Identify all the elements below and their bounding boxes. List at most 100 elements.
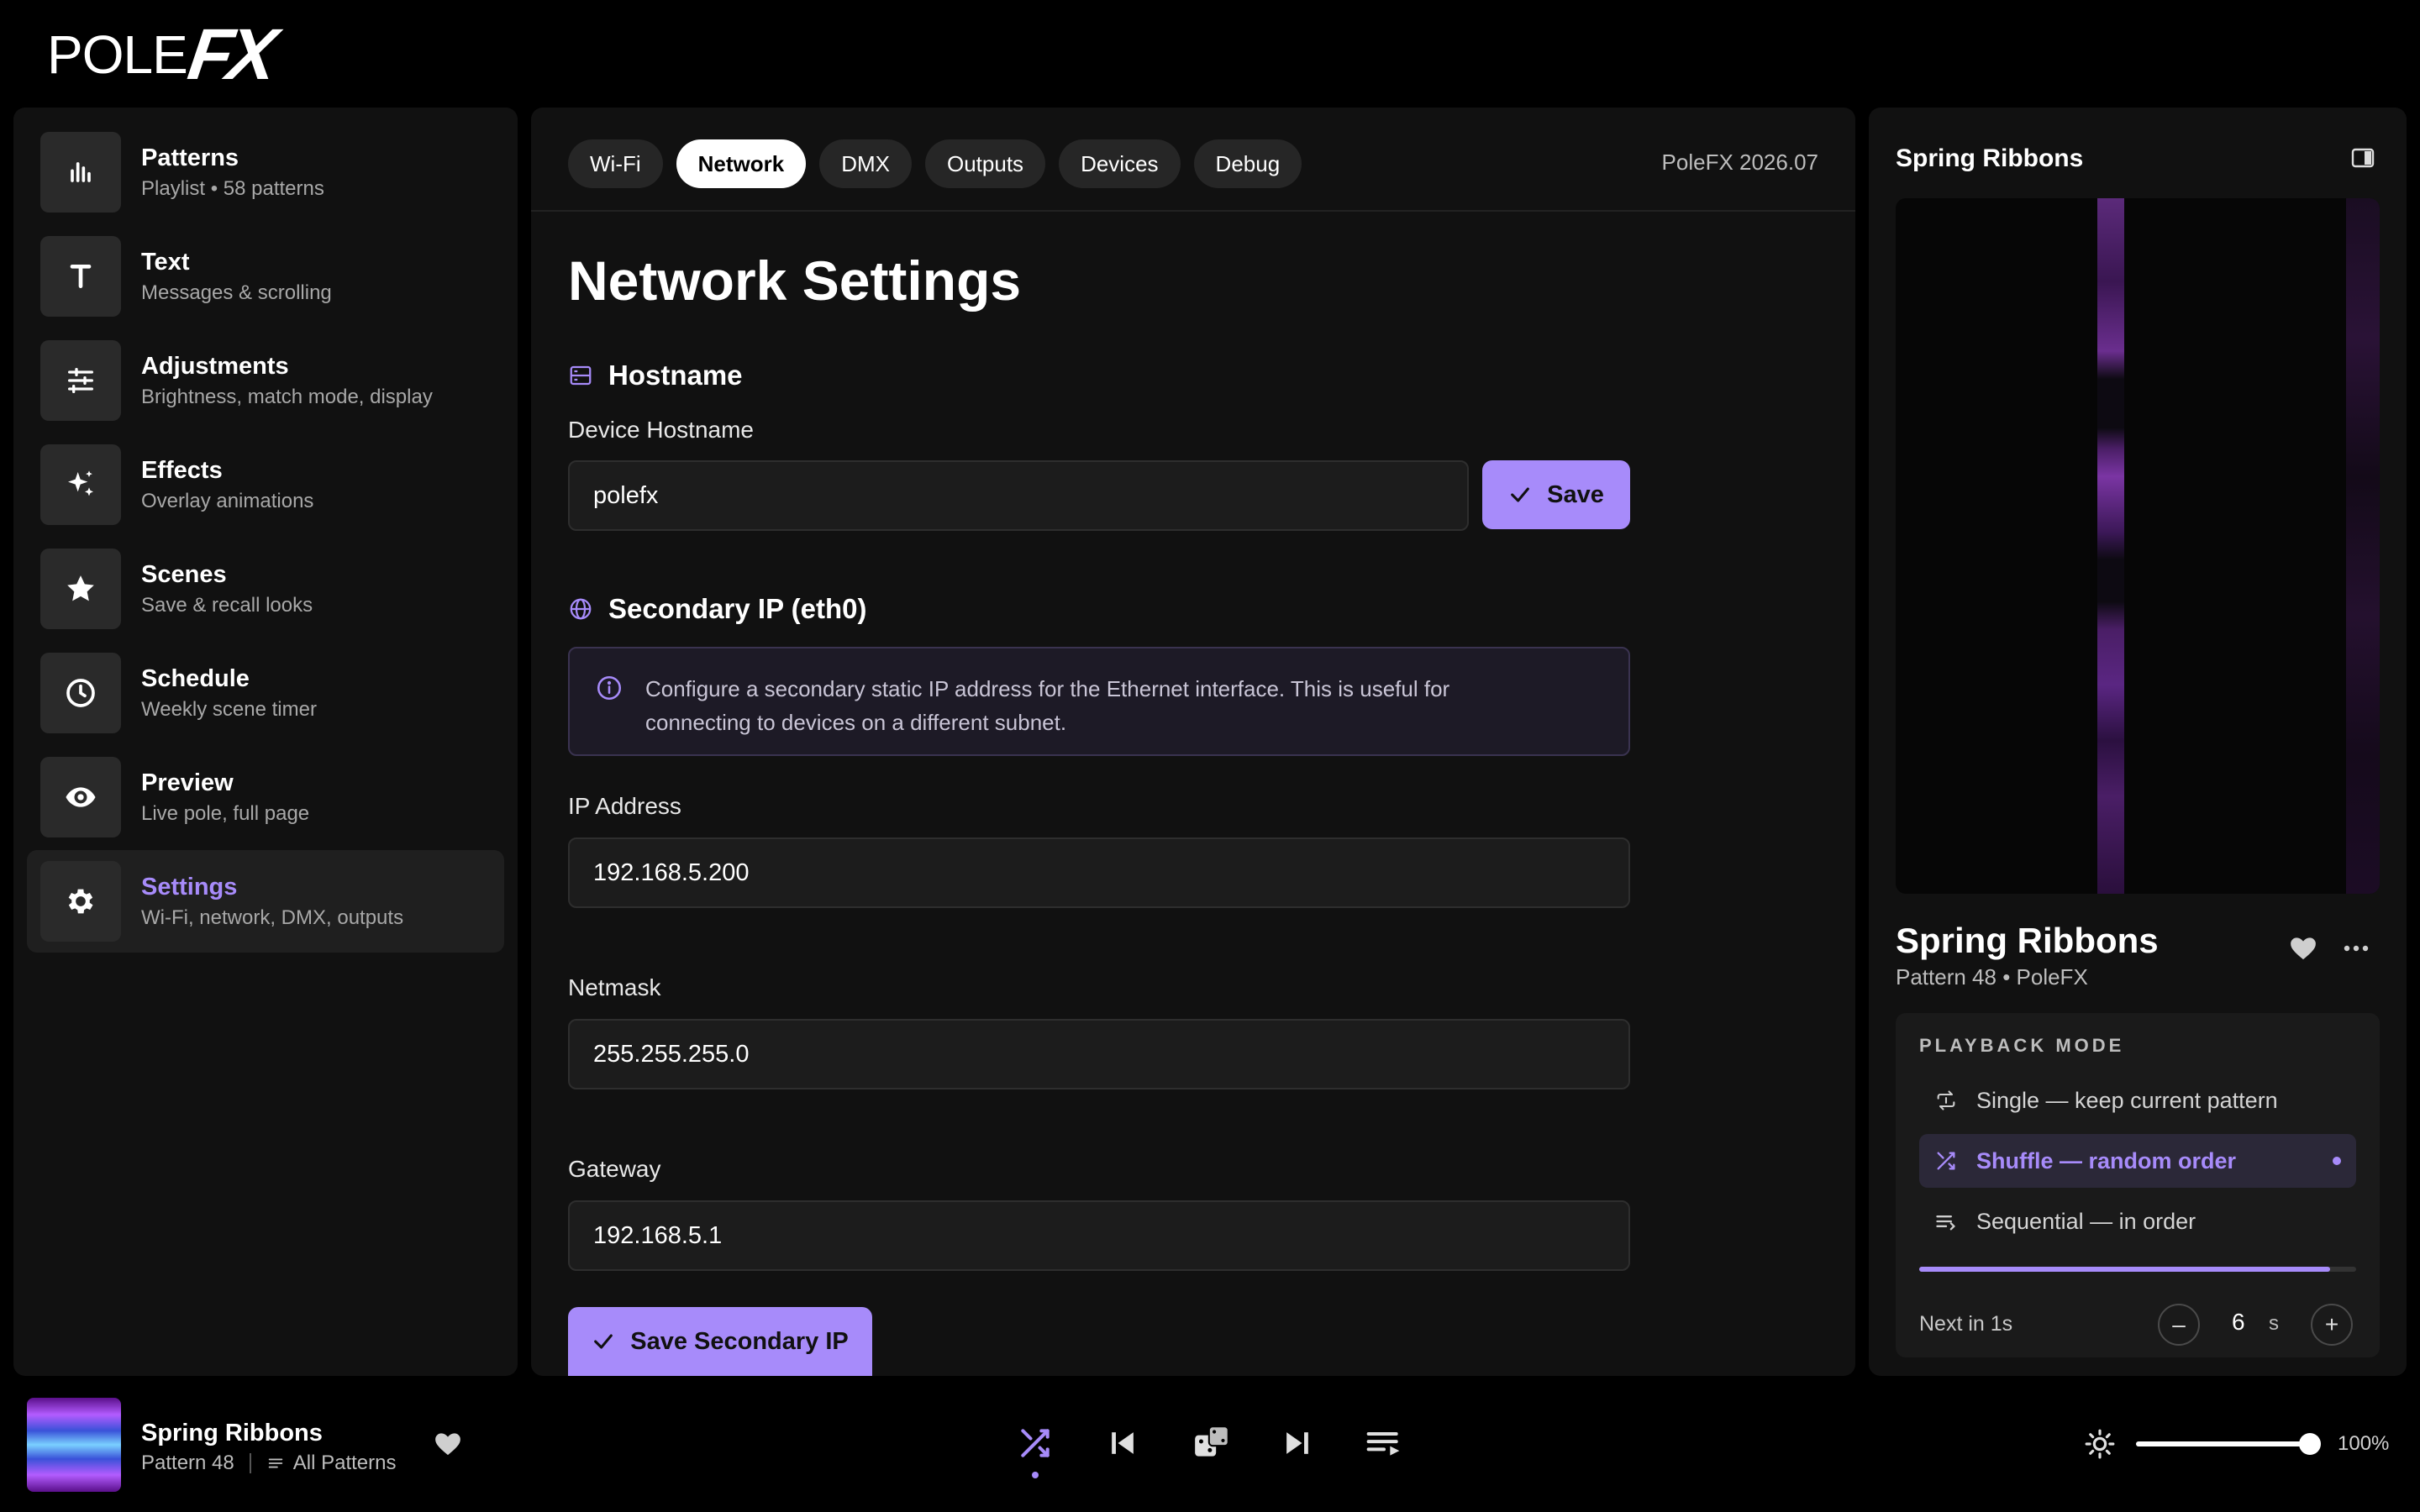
tab-outputs[interactable]: Outputs [925, 139, 1046, 188]
next-icon[interactable] [1279, 1425, 1316, 1462]
ip-address-input[interactable]: 192.168.5.200 [568, 837, 1630, 908]
now-playing-subtitle: Pattern 48 • PoleFX [1896, 964, 2088, 990]
favorite-heart-icon[interactable] [434, 1430, 462, 1457]
panel-toggle-icon[interactable] [2351, 148, 2375, 168]
player-playlist[interactable]: All Patterns [293, 1452, 397, 1475]
more-options-icon[interactable] [2343, 944, 2370, 953]
playback-option-label: Single — keep current pattern [1976, 1087, 2278, 1113]
playback-option-shuffle[interactable]: Shuffle — random order [1919, 1134, 2356, 1188]
secondary-ip-section-title: Secondary IP (eth0) [608, 593, 867, 624]
sidebar: Patterns Playlist • 58 patterns Text Messa… [13, 108, 518, 1376]
tab-network[interactable]: Network [676, 139, 807, 188]
sidebar-item-settings[interactable]: Settings Wi-Fi, network, DMX, outputs [27, 850, 504, 953]
sidebar-item-subtitle: Live pole, full page [141, 801, 310, 825]
settings-tabs: Wi-Fi Network DMX Outputs Devices Debug [568, 139, 1302, 188]
countdown-progress [1919, 1267, 2356, 1272]
sidebar-item-title: Adjustments [141, 352, 289, 380]
countdown-progress-fill [1919, 1267, 2330, 1272]
settings-panel: Wi-Fi Network DMX Outputs Devices Debug … [531, 108, 1855, 1376]
decrease-interval-button[interactable]: – [2158, 1304, 2200, 1346]
brightness-slider-fill [2136, 1441, 2314, 1446]
panel-title: Spring Ribbons [1896, 144, 2084, 172]
logo-text-fx: FX [183, 13, 277, 95]
interval-unit: s [2269, 1312, 2279, 1335]
sidebar-item-scenes[interactable]: Scenes Save & recall looks [27, 538, 504, 640]
hostname-section-heading: Hostname [568, 360, 743, 391]
tab-dmx[interactable]: DMX [819, 139, 912, 188]
bars-icon [40, 132, 121, 213]
sidebar-item-text[interactable]: Text Messages & scrolling [27, 225, 504, 328]
sidebar-item-adjustments[interactable]: Adjustments Brightness, match mode, displ… [27, 329, 504, 432]
brightness-slider-handle[interactable] [2299, 1433, 2321, 1455]
playback-option-label: Sequential — in order [1976, 1208, 2196, 1234]
page-title: Network Settings [568, 249, 1022, 312]
hostname-input[interactable]: polefx [568, 460, 1469, 531]
increase-interval-button[interactable]: + [2311, 1304, 2353, 1346]
brightness-slider[interactable] [2136, 1441, 2314, 1446]
check-icon [1511, 487, 1529, 502]
heart-icon[interactable] [2289, 934, 2317, 961]
save-hostname-button[interactable]: Save [1482, 460, 1630, 529]
pole-strip-main [2097, 198, 2124, 894]
sidebar-item-title: Scenes [141, 560, 227, 588]
list-icon [1936, 1215, 1955, 1231]
save-secondary-ip-button[interactable]: Save Secondary IP [568, 1307, 872, 1376]
dice-random-icon[interactable] [1192, 1421, 1234, 1463]
hostname-section-title: Hostname [608, 360, 743, 391]
brightness-icon [2085, 1429, 2115, 1459]
info-text-line2: connecting to devices on a different sub… [645, 710, 1067, 735]
tab-divider [531, 210, 1855, 212]
shuffle-icon [1937, 1152, 1955, 1170]
info-icon [597, 675, 622, 701]
now-playing-thumbnail[interactable] [27, 1398, 121, 1492]
tab-debug[interactable]: Debug [1193, 139, 1302, 188]
sidebar-item-subtitle: Brightness, match mode, display [141, 385, 433, 408]
version-label: PoleFX 2026.07 [1661, 150, 1818, 175]
player-pattern: Pattern 48 [141, 1452, 234, 1474]
save-secondary-ip-label: Save Secondary IP [630, 1327, 849, 1355]
repeat-one-icon [1937, 1090, 1955, 1110]
ip-address-label: IP Address [568, 793, 681, 819]
player-subtitle: Pattern 48 All Patterns [141, 1452, 396, 1475]
sidebar-item-subtitle: Weekly scene timer [141, 697, 317, 721]
sidebar-item-subtitle: Save & recall looks [141, 593, 313, 617]
hostname-label: Device Hostname [568, 417, 754, 443]
pattern-preview[interactable] [1896, 198, 2380, 894]
netmask-input[interactable]: 255.255.255.0 [568, 1019, 1630, 1089]
next-countdown-label: Next in 1s [1919, 1312, 2013, 1336]
playback-mode-box: PLAYBACK MODE Single — keep current patt… [1896, 1013, 2380, 1357]
shuffle-toggle-icon[interactable] [1017, 1425, 1054, 1462]
save-hostname-label: Save [1547, 480, 1604, 508]
sidebar-item-title: Preview [141, 769, 234, 796]
shuffle-active-dot [1032, 1472, 1039, 1478]
sidebar-item-subtitle: Playlist • 58 patterns [141, 176, 324, 200]
tab-devices[interactable]: Devices [1059, 139, 1181, 188]
logo-text-pole: POLE [47, 24, 188, 85]
clock-icon [40, 653, 121, 733]
info-text-line1: Configure a secondary static IP address … [645, 676, 1450, 701]
gateway-label: Gateway [568, 1156, 661, 1182]
gateway-input[interactable]: 192.168.5.1 [568, 1200, 1630, 1271]
playback-mode-heading: PLAYBACK MODE [1919, 1035, 2125, 1056]
check-icon [594, 1334, 613, 1349]
sidebar-item-title: Schedule [141, 664, 250, 692]
sidebar-item-effects[interactable]: Effects Overlay animations [27, 433, 504, 536]
tab-wifi[interactable]: Wi-Fi [568, 139, 663, 188]
playback-option-single[interactable]: Single — keep current pattern [1919, 1074, 2356, 1127]
sidebar-item-schedule[interactable]: Schedule Weekly scene timer [27, 642, 504, 744]
now-playing-panel: Spring Ribbons Spring Ribbons Pattern 48… [1869, 108, 2407, 1376]
previous-icon[interactable] [1104, 1425, 1141, 1462]
star-icon [40, 549, 121, 629]
playback-option-sequential[interactable]: Sequential — in order [1919, 1194, 2356, 1248]
sidebar-item-preview[interactable]: Preview Live pole, full page [27, 746, 504, 848]
gear-icon [40, 861, 121, 942]
server-icon [570, 365, 592, 386]
netmask-label: Netmask [568, 974, 661, 1000]
sidebar-item-patterns[interactable]: Patterns Playlist • 58 patterns [27, 121, 504, 223]
globe-icon [570, 598, 592, 620]
sidebar-item-title: Patterns [141, 144, 239, 171]
text-icon [40, 236, 121, 317]
queue-icon[interactable] [1363, 1425, 1405, 1462]
eye-icon [40, 757, 121, 837]
player-title: Spring Ribbons [141, 1420, 323, 1446]
